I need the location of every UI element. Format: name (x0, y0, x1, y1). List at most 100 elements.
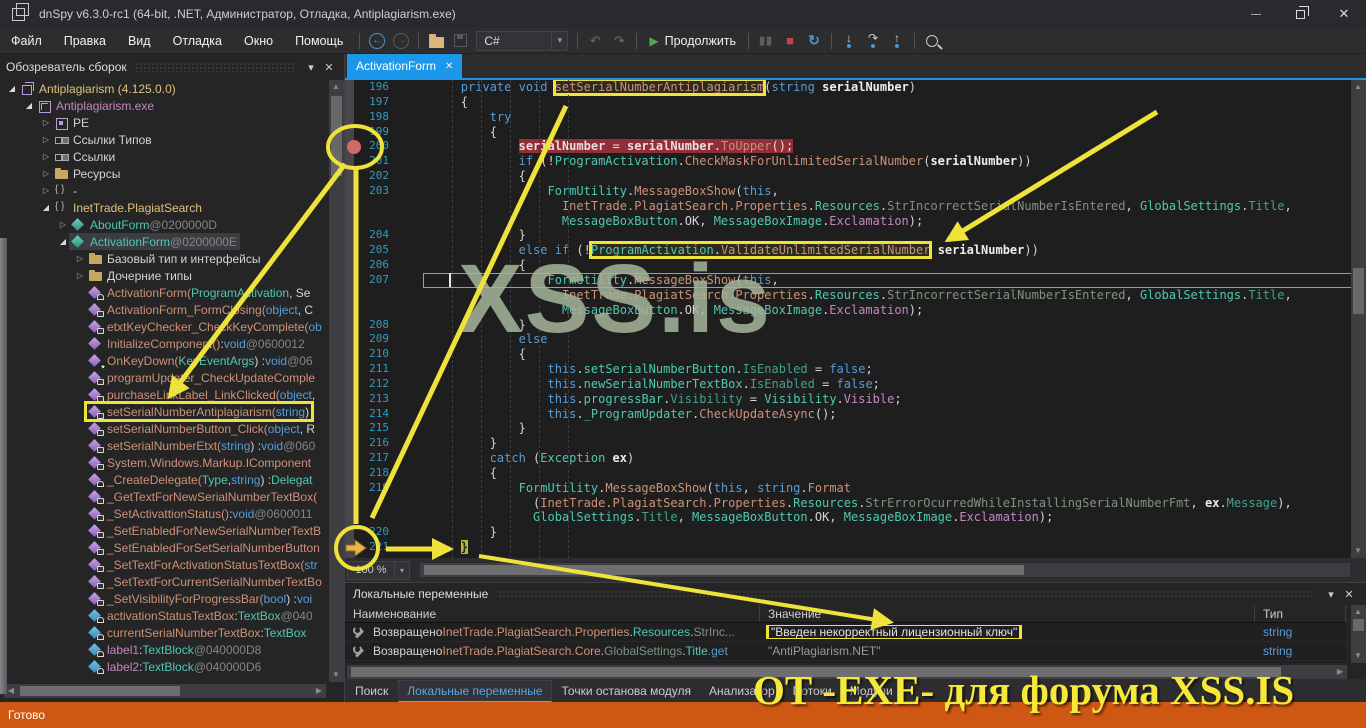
bottom-tab-Поиск[interactable]: Поиск (347, 681, 396, 701)
continue-button[interactable]: ▶ Продолжить (643, 30, 742, 52)
menu-Окно[interactable]: Окно (233, 28, 284, 54)
code-line[interactable]: 217 catch (Exception ex) (345, 451, 1366, 466)
tree-item[interactable]: ▷ Ресурсы (0, 165, 328, 182)
panel-menu-icon[interactable]: ▾ (302, 61, 320, 74)
menu-Отладка[interactable]: Отладка (162, 28, 233, 54)
tree-item[interactable]: ▷ AboutForm @0200000D (0, 216, 328, 233)
tree-expander-icon[interactable]: ◢ (23, 101, 35, 110)
tree-horizontal-scrollbar[interactable]: ◀ ▶ (4, 684, 326, 698)
code-line[interactable]: 215 } (345, 421, 1366, 436)
panel-close-icon[interactable]: ✕ (320, 61, 338, 74)
code-line[interactable]: 209 else (345, 332, 1366, 347)
breakpoint-margin[interactable] (345, 80, 354, 558)
code-line[interactable]: 197 { (345, 95, 1366, 110)
tree-item[interactable]: _SetTextForActivationStatusTextBox(str (0, 556, 328, 573)
tree-item[interactable]: label1 : TextBlock @040000D8 (0, 641, 328, 658)
tree-expander-icon[interactable]: ◢ (40, 203, 52, 212)
tree-expander-icon[interactable]: ▷ (40, 118, 52, 127)
code-line[interactable]: 204 } (345, 228, 1366, 243)
column-type[interactable]: Тип (1255, 605, 1346, 622)
minimize-button[interactable] (1234, 0, 1278, 28)
menu-Файл[interactable]: Файл (0, 28, 53, 54)
tree-vertical-scrollbar[interactable]: ▲ ▼ (329, 80, 344, 682)
zoom-dropdown-icon[interactable] (395, 560, 410, 580)
code-line[interactable]: 201 if (!ProgramActivation.CheckMaskForU… (345, 154, 1366, 169)
open-button[interactable] (425, 30, 447, 52)
column-name[interactable]: Наименование (345, 605, 760, 622)
code-line[interactable]: 205 else if (!ProgramActivation.Validate… (345, 241, 1366, 260)
step-out-button[interactable]: ↑ (886, 30, 908, 52)
menu-Вид[interactable]: Вид (117, 28, 162, 54)
tree-item[interactable]: ◢ ActivationForm @0200000E (0, 233, 328, 250)
tree-item[interactable]: purchaseLinkLabel_LinkClicked(object, (0, 386, 328, 403)
tree-expander-icon[interactable]: ▷ (40, 169, 52, 178)
code-line[interactable]: InetTrade.PlagiatSearch.Properties.Resou… (345, 288, 1366, 303)
tree-item[interactable]: ▷ Ссылки Типов (0, 131, 328, 148)
tree-expander-icon[interactable]: ◢ (6, 84, 18, 93)
bottom-tab-Точки останова модуля[interactable]: Точки останова модуля (554, 681, 700, 701)
code-line[interactable]: 219 FormUtility.MessageBoxShow(this, str… (345, 481, 1366, 496)
locals-row[interactable]: Возвращено InetTrade.PlagiatSearch.Core.… (345, 642, 1346, 661)
tree-item[interactable]: ▷ Ссылки (0, 148, 328, 165)
code-line[interactable]: 212 this.newSerialNumberTextBox.IsEnable… (345, 377, 1366, 392)
editor-vertical-scrollbar[interactable]: ▲ ▼ (1351, 80, 1366, 558)
code-line[interactable]: 206 { (345, 258, 1366, 273)
tree-item[interactable]: InitializeComponent() : void @0600012 (0, 335, 328, 352)
tree-item[interactable]: activationStatusTextBox : TextBox @040 (0, 607, 328, 624)
tree-item[interactable]: System.Windows.Markup.IComponent (0, 454, 328, 471)
code-line[interactable]: 208 } (345, 318, 1366, 333)
code-line[interactable]: 199 { (345, 125, 1366, 140)
tree-item[interactable]: ▷ PE (0, 114, 328, 131)
restart-button[interactable]: ↻ (803, 30, 825, 52)
tree-expander-icon[interactable]: ▷ (74, 271, 86, 280)
tree-item[interactable]: setSerialNumberEtxt(string) : void @060 (0, 437, 328, 454)
search-button[interactable] (921, 30, 943, 52)
locals-close-icon[interactable]: ✕ (1340, 588, 1358, 601)
code-line[interactable]: 200 serialNumber = serialNumber.ToUpper(… (345, 139, 1366, 154)
code-line[interactable]: 198 try (345, 110, 1366, 125)
tree-item[interactable]: ▷- (0, 182, 328, 199)
tree-item[interactable]: _SetEnabledForNewSerialNumberTextB (0, 522, 328, 539)
restore-button[interactable] (1278, 0, 1322, 28)
tree-item[interactable]: label2 : TextBlock @040000D6 (0, 658, 328, 675)
editor-horizontal-scrollbar[interactable] (420, 563, 1350, 577)
tree-item[interactable]: _SetEnabledForSetSerialNumberButton (0, 539, 328, 556)
code-line[interactable]: 220 } (345, 525, 1366, 540)
tree-expander-icon[interactable]: ◢ (57, 237, 69, 246)
tree-item[interactable]: programUpdater_CheckUpdateComple (0, 369, 328, 386)
code-line[interactable]: 202 { (345, 169, 1366, 184)
tree-item[interactable]: ◢InetTrade.PlagiatSearch (0, 199, 328, 216)
tree-item[interactable]: ▷ Дочерние типы (0, 267, 328, 284)
save-button[interactable] (449, 30, 471, 52)
tree-item[interactable]: OnKeyDown(KeyEventArgs) : void @06 (0, 352, 328, 369)
bottom-tab-Потоки[interactable]: Потоки (785, 681, 840, 701)
tree-expander-icon[interactable]: ▷ (40, 186, 52, 195)
code-line[interactable]: MessageBoxButton.OK, MessageBoxImage.Exc… (345, 303, 1366, 318)
bottom-tab-Локальные переменные[interactable]: Локальные переменные (398, 680, 552, 702)
step-into-button[interactable]: ↓ (838, 30, 860, 52)
code-line[interactable]: 213 this.progressBar.Visibility = Visibi… (345, 392, 1366, 407)
code-line[interactable]: 210 { (345, 347, 1366, 362)
tree-item[interactable]: etxtKeyChecker_CheckKeyComplete(ob (0, 318, 328, 335)
tree-item[interactable]: ActivationForm(ProgramActivation, Se (0, 284, 328, 301)
tree-expander-icon[interactable]: ▷ (57, 220, 69, 229)
assembly-tree[interactable]: ◢ Antiplagiarism (4.125.0.0) ◢ Antiplagiari… (0, 80, 328, 682)
language-select[interactable]: C# (476, 30, 569, 51)
bottom-tab-Анализатор[interactable]: Анализатор (701, 681, 783, 701)
code-editor[interactable]: 196 private void setSerialNumberAntiplag… (345, 80, 1366, 558)
tree-item[interactable]: _GetTextForNewSerialNumberTextBox( (0, 488, 328, 505)
tree-item[interactable]: _CreateDelegate(Type, string) : Delegat (0, 471, 328, 488)
tree-item[interactable]: _SetActivattionStatus() : void @0600011 (0, 505, 328, 522)
code-line[interactable]: GlobalSettings.Title, MessageBoxButton.O… (345, 510, 1366, 525)
navigate-back-button[interactable]: ← (366, 30, 388, 52)
locals-vertical-scrollbar[interactable]: ▲ ▼ (1351, 605, 1366, 663)
bottom-tab-Модули[interactable]: Модули (842, 681, 901, 701)
tree-item[interactable]: _SetTextForCurrentSerialNumberTextBo (0, 573, 328, 590)
redo-button[interactable]: ↷ (608, 30, 630, 52)
undo-button[interactable]: ↶ (584, 30, 606, 52)
tree-item[interactable]: setSerialNumberButton_Click(object, R (0, 420, 328, 437)
code-line[interactable]: 221 } (345, 540, 1366, 555)
tree-item[interactable]: ▷ Базовый тип и интерфейсы (0, 250, 328, 267)
close-button[interactable] (1322, 0, 1366, 28)
tree-item[interactable]: _SetVisibilityForProgressBar(bool) : voi (0, 590, 328, 607)
